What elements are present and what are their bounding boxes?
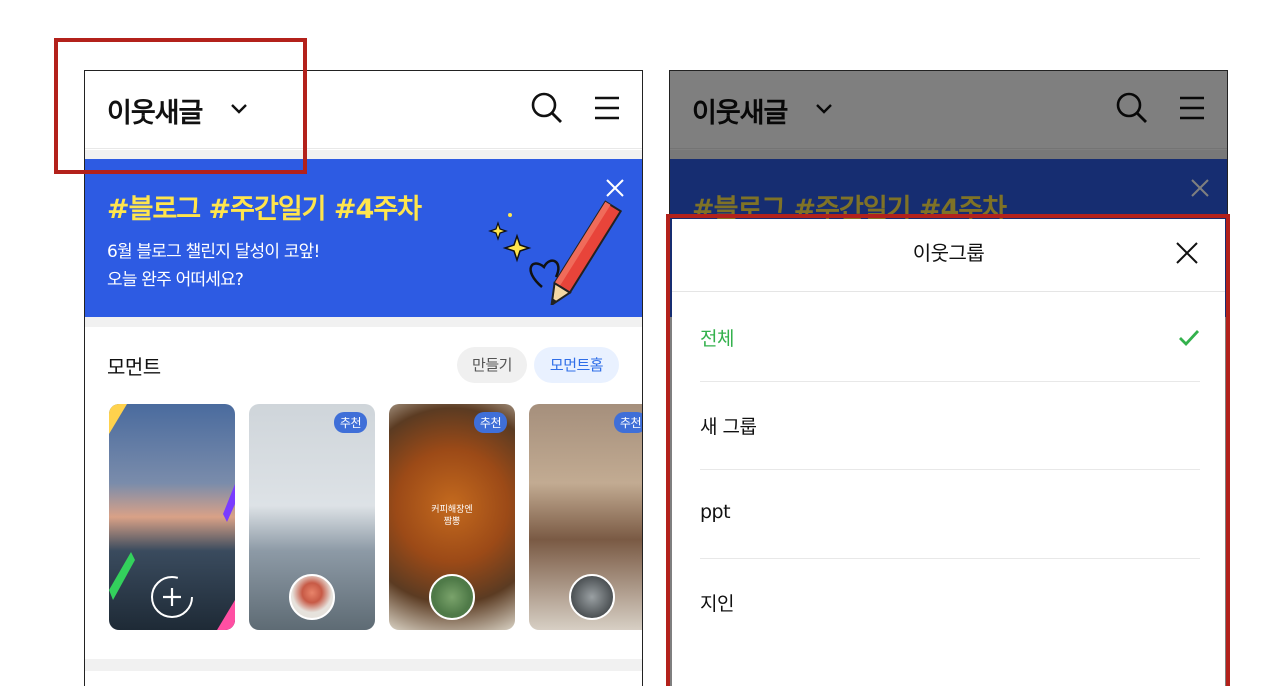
avatar [569, 574, 615, 620]
plus-circle-icon[interactable] [149, 574, 195, 620]
card-caption: 커피해장엔 짬뽕 [431, 505, 473, 527]
menu-icon[interactable] [592, 93, 622, 123]
separator [85, 659, 642, 671]
recommend-badge: 추천 [333, 412, 367, 433]
moment-card[interactable]: 추천 [529, 404, 642, 630]
moment-card[interactable]: 추천 [249, 404, 375, 630]
moment-home-button[interactable]: 모먼트홈 [534, 347, 619, 383]
close-icon[interactable] [604, 177, 626, 199]
recommend-badge: 추천 [613, 412, 642, 433]
avatar [429, 574, 475, 620]
highlight-box-title [54, 38, 307, 174]
moment-card-create[interactable] [109, 404, 235, 630]
banner-line-2: 오늘 완주 어떠세요? [107, 270, 244, 290]
highlight-box-sheet [666, 214, 1230, 686]
recommend-badge: 추천 [473, 412, 507, 433]
avatar [289, 574, 335, 620]
banner-hashtags: #블로그 #주간일기 #4주차 [107, 194, 422, 225]
banner-line-1: 6월 블로그 챌린지 달성이 코앞! [107, 242, 320, 262]
make-moment-button[interactable]: 만들기 [457, 347, 527, 383]
moment-section-title: 모먼트 [107, 355, 161, 379]
separator [85, 317, 642, 327]
challenge-banner[interactable]: #블로그 #주간일기 #4주차 6월 블로그 챌린지 달성이 코앞! 오늘 완주… [85, 159, 642, 317]
moment-card[interactable]: 추천 커피해장엔 짬뽕 [389, 404, 515, 630]
search-icon[interactable] [530, 91, 564, 125]
